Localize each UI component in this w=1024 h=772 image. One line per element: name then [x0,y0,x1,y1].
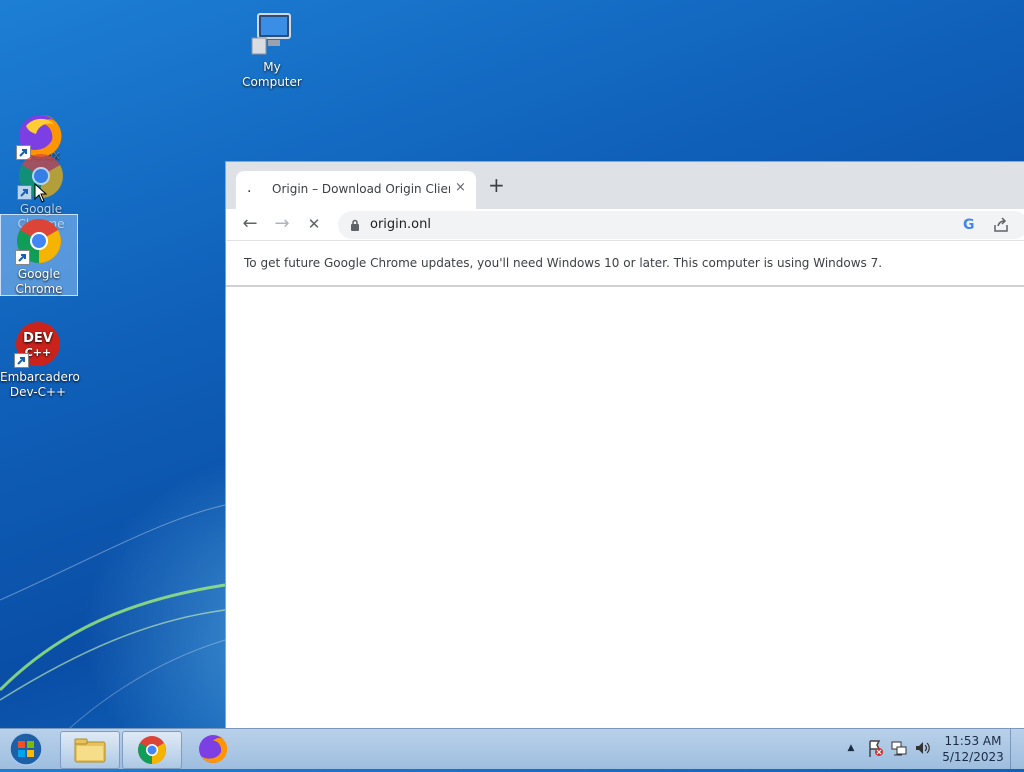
computer-icon [248,10,296,58]
desktop-icon-label: Embarcadero Dev-C++ [0,370,80,399]
taskbar-explorer-button[interactable] [60,731,120,769]
chrome-icon [138,736,166,764]
shortcut-arrow-icon [15,250,30,265]
show-hidden-icons-button[interactable]: ▲ [842,737,860,759]
desktop-icon-devcpp[interactable]: DEV C++ Embarcadero Dev-C++ [0,320,80,400]
stop-loading-button[interactable]: ✕ [302,213,326,237]
folder-icon [74,738,106,763]
desktop-icon-label: My Computer [242,60,302,89]
network-icon[interactable] [890,737,908,759]
new-tab-button[interactable]: + [488,175,505,195]
system-clock[interactable]: 11:53 AM 5/12/2023 [930,733,1016,765]
devcpp-icon: DEV C++ [14,320,62,368]
action-center-flag-icon[interactable] [866,737,884,759]
google-lens-icon[interactable]: G [963,217,975,233]
mouse-cursor-icon [34,183,48,203]
tab-title: Origin – Download Origin Client [272,182,450,196]
taskbar-chrome-button[interactable] [122,731,182,769]
shortcut-arrow-icon [14,353,29,368]
clock-date: 5/12/2023 [942,750,1004,764]
clock-time: 11:53 AM [944,734,1002,748]
address-bar[interactable]: origin.onl G [338,211,1024,239]
taskbar-firefox-button[interactable] [184,731,242,767]
chrome-icon [15,217,63,265]
update-infobar: To get future Google Chrome updates, you… [226,241,1024,287]
page-content[interactable] [226,287,1024,729]
svg-text:DEV: DEV [23,331,53,346]
tab-close-icon[interactable]: × [455,180,466,195]
forward-button[interactable]: → [270,213,294,237]
tab-loading-indicator: . [247,180,252,196]
taskbar: ▲ 11:53 AM 5/12/2023 [0,728,1024,769]
share-icon[interactable] [993,217,1009,233]
start-button[interactable] [6,731,46,767]
show-desktop-button[interactable] [1010,729,1024,769]
desktop-icon-label: Google Chrome [15,267,63,296]
browser-toolbar: ← → ✕ origin.onl G [226,209,1024,241]
infobar-message: To get future Google Chrome updates, you… [244,256,883,270]
firefox-icon [199,734,228,763]
desktop-icon-my-computer[interactable]: My Computer [234,10,310,90]
chrome-window: . Origin – Download Origin Client × + ← … [225,161,1024,729]
back-button[interactable]: ← [238,213,262,237]
desktop-icon-chrome[interactable]: Google Chrome [0,214,78,296]
tab-strip: . Origin – Download Origin Client × + [226,162,1024,209]
url-text: origin.onl [370,217,431,232]
lock-icon [351,219,359,231]
shortcut-arrow-icon [17,185,32,200]
tab-origin[interactable]: . Origin – Download Origin Client × [236,171,476,209]
